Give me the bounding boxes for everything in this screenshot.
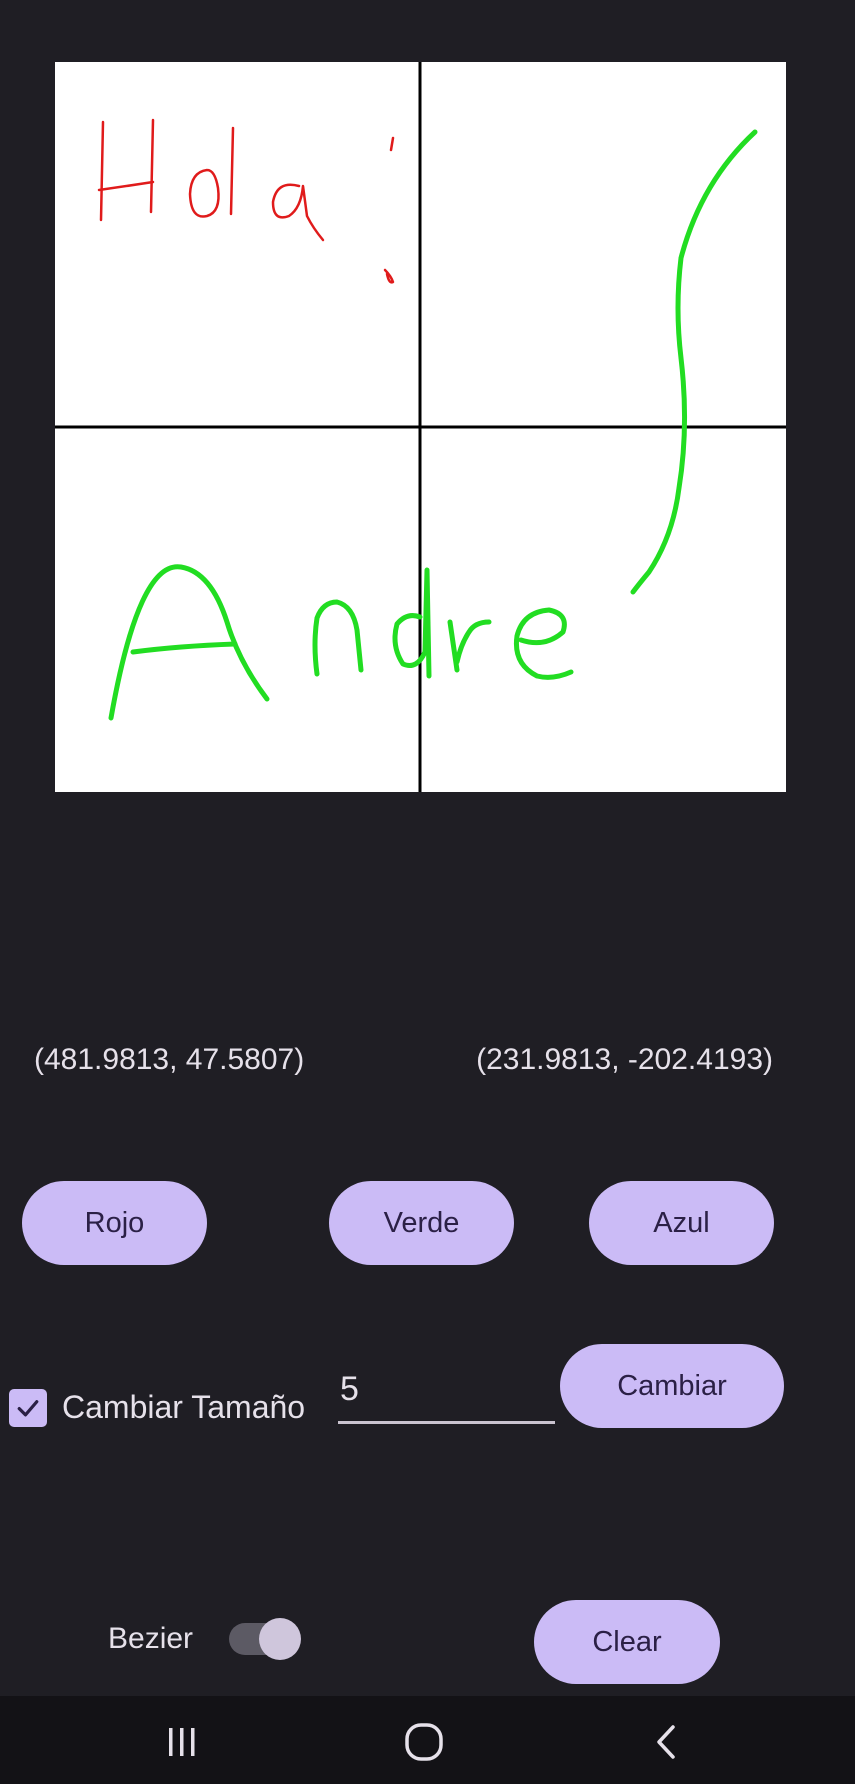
green-color-button[interactable]: Verde [329,1181,514,1265]
red-stroke-hola [97,118,395,284]
blue-color-button[interactable]: Azul [589,1181,774,1265]
home-icon [405,1723,443,1761]
stroke-size-input[interactable]: 5 [338,1368,555,1424]
drawing-canvas[interactable] [55,62,786,792]
clear-button[interactable]: Clear [534,1600,720,1684]
cursor-coordinates-right: (231.9813, -202.4193) [476,1043,773,1076]
bezier-label: Bezier [108,1622,194,1655]
recents-button[interactable] [152,1712,212,1772]
home-button[interactable] [394,1712,454,1772]
change-size-checkbox[interactable] [9,1389,47,1427]
back-icon [657,1725,675,1759]
bezier-switch[interactable] [229,1618,301,1660]
back-button[interactable] [637,1712,697,1772]
drawing-surface [55,62,786,792]
cursor-coordinates-left: (481.9813, 47.5807) [34,1043,305,1076]
red-color-button[interactable]: Rojo [22,1181,207,1265]
recents-icon [169,1728,195,1756]
checkmark-icon [17,1400,39,1417]
apply-size-button[interactable]: Cambiar [560,1344,784,1428]
change-size-label: Cambiar Tamaño [62,1389,306,1425]
system-navigation-bar [0,1696,855,1784]
green-stroke-andre [108,129,758,721]
switch-thumb [259,1618,301,1660]
